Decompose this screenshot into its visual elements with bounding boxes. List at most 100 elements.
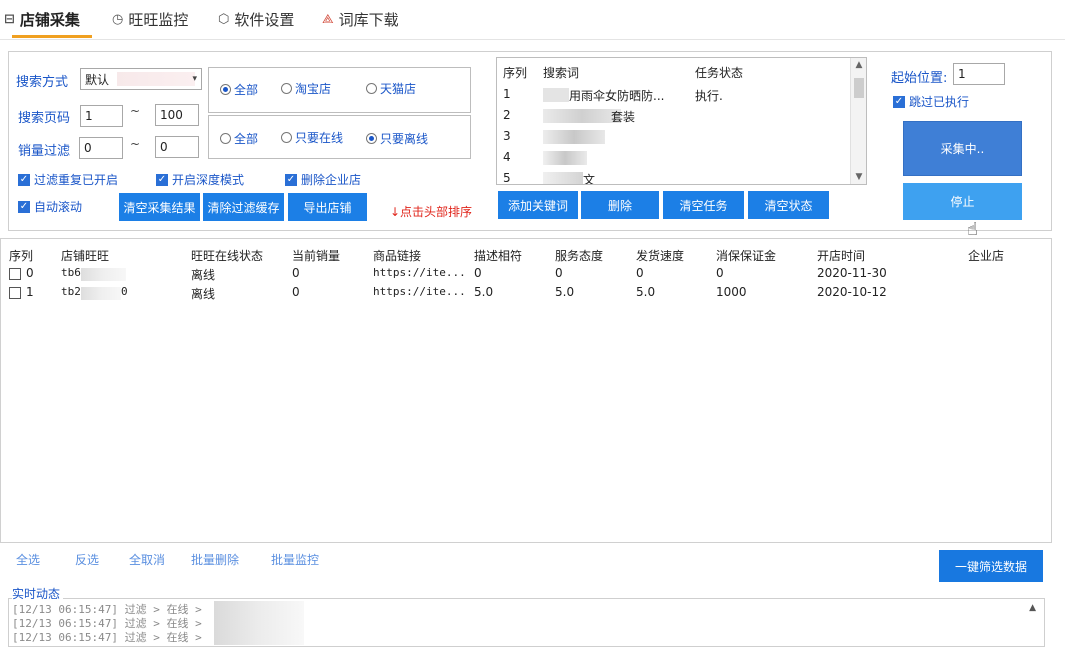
tab-label: 词库下载 <box>338 10 399 29</box>
tab-label: 旺旺监控 <box>128 10 189 29</box>
radio-online-all[interactable]: 全部 <box>220 130 258 147</box>
redacted-area <box>543 130 605 144</box>
column-header[interactable]: 消保保证金 <box>716 247 776 264</box>
check-auto-scroll[interactable]: ✓ 自动滚动 <box>18 198 82 215</box>
keyword-row[interactable]: 5 文 <box>497 171 852 184</box>
keyword-list-header: 序列 搜索词 任务状态 <box>503 66 744 80</box>
add-keyword-button[interactable]: 添加关键词 <box>498 191 578 219</box>
table-row[interactable]: 1 tb2 0 离线 0 https://ite... 5.0 5.0 5.0 … <box>1 285 1051 305</box>
deselect-all-link[interactable]: 全取消 <box>129 551 165 568</box>
stop-button[interactable]: 停止 <box>903 183 1022 220</box>
keyword-row[interactable]: 1 用雨伞女防晒防... 执行. <box>497 87 852 107</box>
sort-hint: ↓点击头部排序 <box>390 205 473 219</box>
column-header[interactable]: 发货速度 <box>636 247 684 264</box>
tab-bar: ⊟ 店铺采集 ◷ 旺旺监控 ⬡ 软件设置 ⟁ 词库下载 <box>0 0 1065 40</box>
radio-dot <box>281 132 292 143</box>
export-shops-button[interactable]: 导出店铺 <box>288 193 367 221</box>
clear-status-button[interactable]: 清空状态 <box>748 191 829 219</box>
start-position-input[interactable]: 1 <box>953 63 1005 85</box>
quick-filter-button[interactable]: 一键筛选数据 <box>939 550 1043 582</box>
tab-label: 店铺采集 <box>19 10 80 29</box>
hand-cursor-icon: ☝ <box>967 219 978 240</box>
radio-offline-only[interactable]: 只要离线 <box>366 130 428 147</box>
batch-monitor-link[interactable]: 批量监控 <box>271 551 319 568</box>
check-delete-enterprise[interactable]: ✓ 删除企业店 <box>285 171 361 188</box>
batch-delete-link[interactable]: 批量删除 <box>191 551 239 568</box>
column-header[interactable]: 商品链接 <box>373 247 421 264</box>
redacted-area <box>81 268 126 281</box>
clear-tasks-button[interactable]: 清空任务 <box>663 191 744 219</box>
invert-selection-link[interactable]: 反选 <box>75 551 99 568</box>
keyword-row[interactable]: 4 <box>497 150 852 170</box>
search-mode-label: 搜索方式 <box>16 75 69 90</box>
radio-dot <box>366 83 377 94</box>
shop-icon: ⊟ <box>4 11 15 27</box>
radio-shop-all[interactable]: 全部 <box>220 81 258 98</box>
column-header[interactable]: 服务态度 <box>555 247 603 264</box>
column-header[interactable]: 旺旺在线状态 <box>191 247 263 264</box>
column-header[interactable]: 企业店 <box>968 247 1004 264</box>
row-checkbox[interactable] <box>9 287 21 299</box>
page-from-input[interactable]: 1 <box>80 105 123 127</box>
check-deep-mode[interactable]: ✓ 开启深度模式 <box>156 171 244 188</box>
radio-online-only[interactable]: 只要在线 <box>281 129 343 146</box>
checkmark-icon: ✓ <box>18 200 30 213</box>
active-tab-indicator <box>12 35 92 38</box>
redacted-area <box>543 88 569 102</box>
search-page-label: 搜索页码 <box>18 111 71 126</box>
column-header[interactable]: 开店时间 <box>817 247 865 264</box>
column-header[interactable]: 店铺旺旺 <box>61 247 109 264</box>
column-header[interactable]: 描述相符 <box>474 247 522 264</box>
check-skip-executed[interactable]: ✓ 跳过已执行 <box>893 93 969 110</box>
product-link[interactable]: https://ite... <box>373 285 466 298</box>
checkmark-icon: ✓ <box>893 95 905 108</box>
tab-shop-collect[interactable]: ⊟ 店铺采集 <box>4 8 80 30</box>
radio-shop-tmall[interactable]: 天猫店 <box>366 80 416 97</box>
chevron-down-icon: ▾ <box>192 74 197 84</box>
radio-dot <box>220 84 231 95</box>
check-filter-duplicates[interactable]: ✓ 过滤重复已开启 <box>18 171 118 188</box>
checkmark-icon: ✓ <box>285 173 297 186</box>
sales-from-input[interactable]: 0 <box>79 137 123 159</box>
product-link[interactable]: https://ite... <box>373 266 466 279</box>
search-mode-value: 默认 <box>85 72 110 87</box>
row-checkbox[interactable] <box>9 268 21 280</box>
scrollbar-thumb[interactable] <box>854 78 864 98</box>
realtime-log-title: 实时动态 <box>12 585 64 602</box>
page-to-input[interactable]: 100 <box>155 104 199 126</box>
range-separator: ~ <box>130 104 141 118</box>
delete-keyword-button[interactable]: 删除 <box>581 191 659 219</box>
realtime-log[interactable]: [12/13 06:15:47] 过滤 > 在线 > [12/13 06:15:… <box>8 598 1045 647</box>
keyword-row[interactable]: 2 套装 <box>497 108 852 128</box>
tab-software-settings[interactable]: ⬡ 软件设置 <box>218 8 294 30</box>
scroll-up-icon[interactable]: ▲ <box>851 60 866 70</box>
radio-shop-taobao[interactable]: 淘宝店 <box>281 80 331 97</box>
redacted-area <box>543 151 587 165</box>
cube-icon: ⬡ <box>218 11 230 27</box>
redacted-area <box>214 601 304 645</box>
keyword-row[interactable]: 3 <box>497 129 852 149</box>
shop-results-table[interactable]: 序列 店铺旺旺 旺旺在线状态 当前销量 商品链接 描述相符 服务态度 发货速度 … <box>0 238 1052 543</box>
redacted-area <box>117 72 195 86</box>
keyword-task-list[interactable]: 序列 搜索词 任务状态 1 用雨伞女防晒防... 执行. 2 套装 3 4 5 … <box>496 57 867 185</box>
clear-results-button[interactable]: 清空采集结果 <box>119 193 200 221</box>
collecting-button[interactable]: 采集中.. <box>903 121 1022 176</box>
redacted-area <box>543 172 583 184</box>
radio-dot <box>366 133 377 144</box>
scroll-down-icon[interactable]: ▼ <box>851 172 866 182</box>
keyword-list-scrollbar[interactable]: ▲ ▼ <box>850 58 866 184</box>
sales-to-input[interactable]: 0 <box>155 136 199 158</box>
select-all-link[interactable]: 全选 <box>16 551 40 568</box>
table-row[interactable]: 0 tb6 离线 0 https://ite... 0 0 0 0 2020-1… <box>1 266 1051 286</box>
column-header[interactable]: 当前销量 <box>292 247 340 264</box>
tab-wangwang-monitor[interactable]: ◷ 旺旺监控 <box>112 8 188 30</box>
radio-dot <box>220 133 231 144</box>
column-header[interactable]: 序列 <box>9 247 33 264</box>
clock-icon: ◷ <box>112 11 124 27</box>
redacted-area <box>543 109 621 123</box>
clear-filter-cache-button[interactable]: 清除过滤缓存 <box>203 193 284 221</box>
search-mode-select[interactable]: 默认 ▾ <box>80 68 202 90</box>
scroll-up-icon[interactable]: ▲ <box>1029 603 1036 613</box>
start-position-label: 起始位置: <box>891 71 948 86</box>
tab-lexicon-download[interactable]: ⟁ 词库下载 <box>322 8 399 30</box>
